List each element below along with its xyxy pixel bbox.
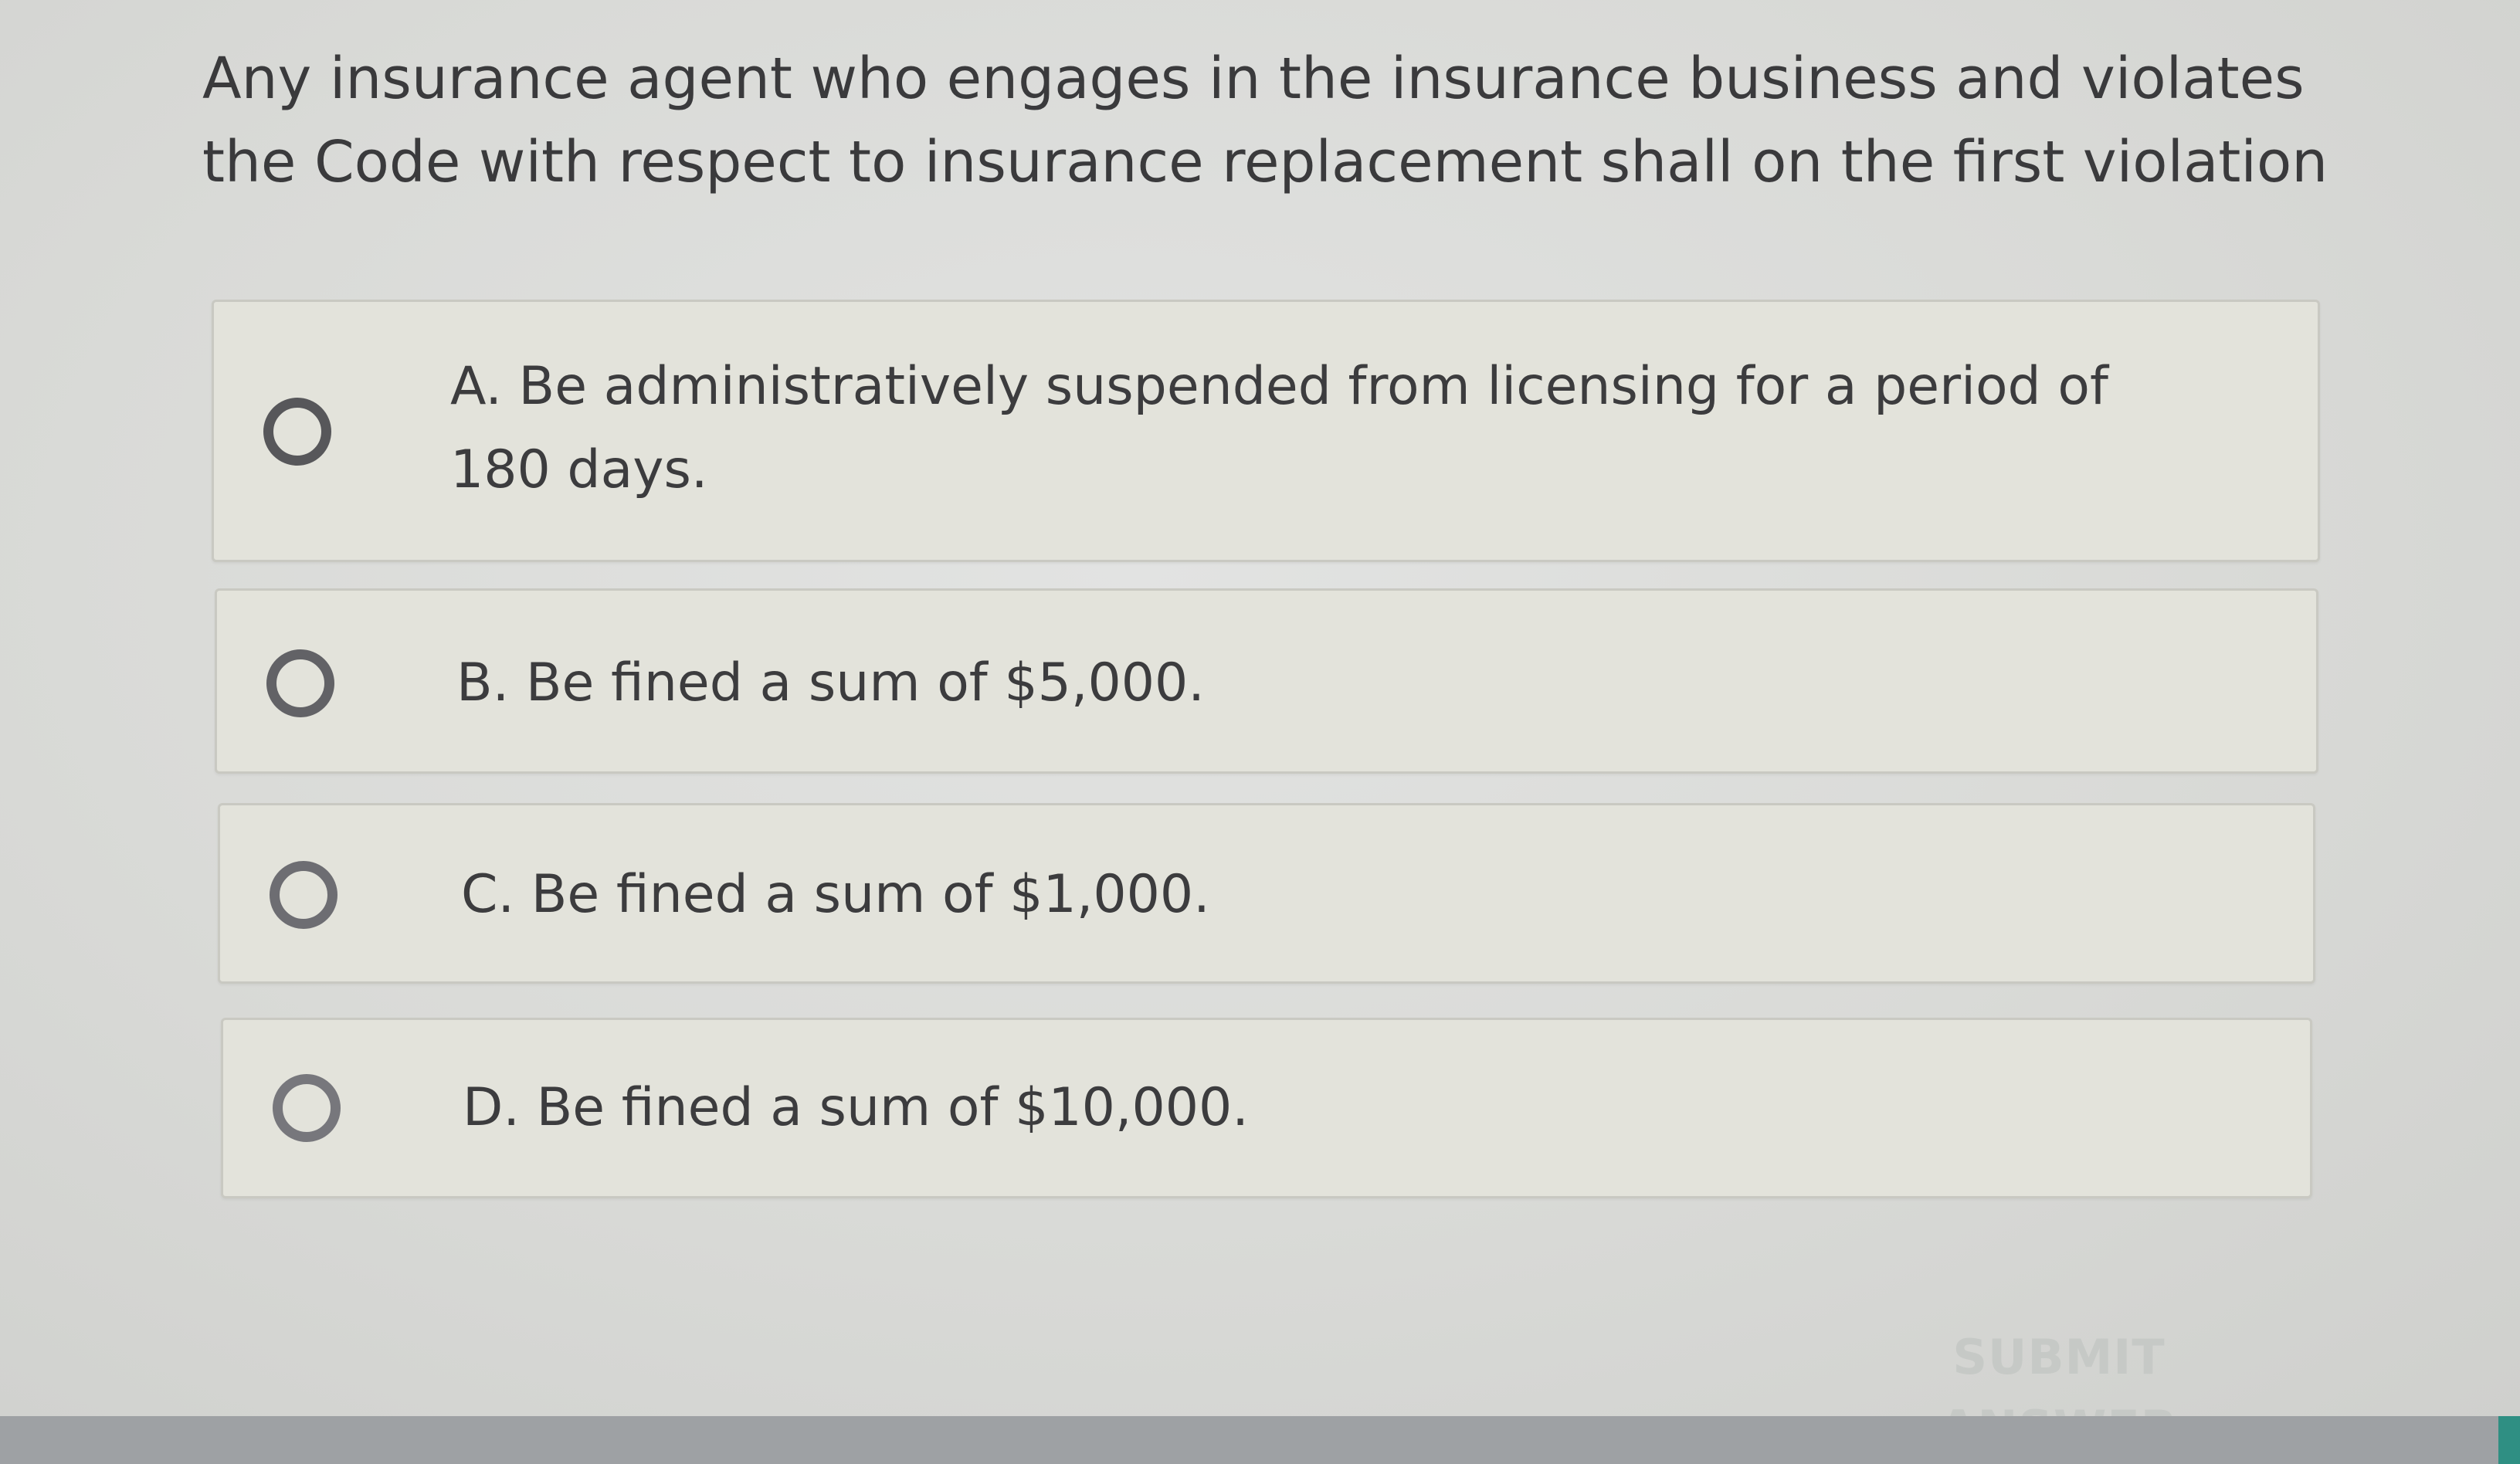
answer-option-b[interactable]: B. Be fined a sum of $5,000. [215,588,2318,774]
accent-strip [2498,1416,2520,1464]
answer-option-a[interactable]: A. Be administratively suspended from li… [212,300,2320,562]
submit-answer-button[interactable]: SUBMIT ANSWER [1843,1322,2275,1456]
answer-option-label: A. Be administratively suspended from li… [450,356,2108,500]
answer-option-label: D. Be fined a sum of $10,000. [463,1077,1249,1138]
radio-unchecked-icon[interactable] [273,1074,341,1142]
bottom-bar [0,1416,2520,1464]
answer-option-c[interactable]: C. Be fined a sum of $1,000. [218,803,2315,984]
answer-option-d[interactable]: D. Be fined a sum of $10,000. [221,1018,2312,1198]
answer-option-label: C. Be fined a sum of $1,000. [461,864,1210,925]
quiz-screen: Any insurance agent who engages in the i… [0,0,2520,1456]
radio-unchecked-icon[interactable] [266,649,334,717]
question-text: Any insurance agent who engages in the i… [202,46,2328,195]
radio-unchecked-icon[interactable] [263,398,331,466]
radio-unchecked-icon[interactable] [270,861,337,929]
answer-option-label: B. Be fined a sum of $5,000. [456,652,1205,713]
